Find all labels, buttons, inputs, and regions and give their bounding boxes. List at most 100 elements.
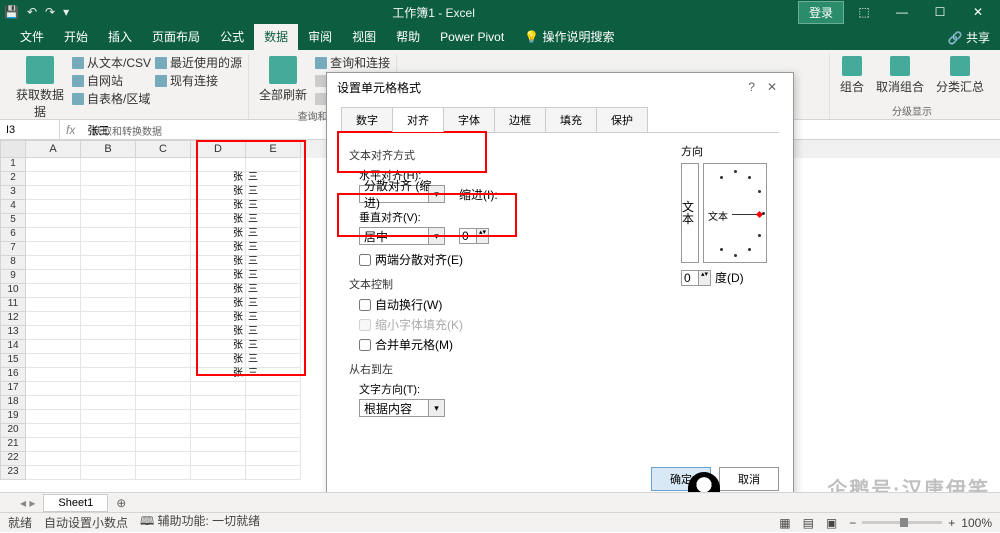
queries-conn[interactable]: 查询和连接 [315, 54, 390, 71]
cell[interactable] [136, 368, 191, 382]
indent-spinner[interactable]: 0▴▾ [459, 228, 489, 244]
cell[interactable] [81, 326, 136, 340]
cell[interactable] [81, 256, 136, 270]
cell[interactable] [26, 270, 81, 284]
zoom-slider[interactable]: −+ 100% [849, 516, 992, 530]
col-header[interactable]: B [81, 140, 136, 158]
row-header[interactable]: 1 [0, 158, 26, 172]
cell[interactable] [246, 158, 301, 172]
cell[interactable] [246, 452, 301, 466]
tab-fill[interactable]: 填充 [545, 107, 597, 132]
cell[interactable] [26, 242, 81, 256]
cell[interactable] [26, 354, 81, 368]
cell[interactable] [191, 424, 246, 438]
merge-cells-checkbox[interactable] [359, 339, 371, 351]
row-header[interactable]: 18 [0, 396, 26, 410]
cell[interactable] [191, 466, 246, 480]
cell[interactable] [136, 466, 191, 480]
row-header[interactable]: 19 [0, 410, 26, 424]
cell[interactable] [81, 270, 136, 284]
cell[interactable]: 三 [246, 284, 301, 298]
cell[interactable] [81, 242, 136, 256]
cell[interactable]: 三 [246, 270, 301, 284]
view-break-icon[interactable]: ▣ [826, 516, 837, 530]
orientation-dial[interactable]: 文本 [703, 163, 767, 263]
cell[interactable]: 张 [191, 256, 246, 270]
view-normal-icon[interactable]: ▦ [779, 516, 790, 530]
tab-view[interactable]: 视图 [342, 24, 386, 50]
tell-me-search[interactable]: 💡 操作说明搜索 [514, 24, 624, 50]
cell[interactable]: 三 [246, 256, 301, 270]
row-header[interactable]: 3 [0, 186, 26, 200]
cell[interactable] [246, 438, 301, 452]
col-header[interactable]: A [26, 140, 81, 158]
maximize-icon[interactable]: ☐ [922, 2, 958, 22]
tab-protection[interactable]: 保护 [596, 107, 648, 132]
cell[interactable] [26, 186, 81, 200]
cell[interactable]: 张 [191, 284, 246, 298]
tab-nav-icon[interactable]: ◂ ▸ [20, 496, 35, 510]
from-text-csv[interactable]: 从文本/CSV [72, 54, 151, 71]
cell[interactable] [191, 382, 246, 396]
cell[interactable] [81, 466, 136, 480]
from-table[interactable]: 自表格/区域 [72, 90, 151, 107]
cell[interactable] [26, 396, 81, 410]
redo-icon[interactable]: ↷ [45, 5, 55, 19]
cell[interactable] [81, 214, 136, 228]
row-header[interactable]: 9 [0, 270, 26, 284]
cell[interactable] [136, 326, 191, 340]
cell[interactable] [26, 326, 81, 340]
cell[interactable]: 三 [246, 200, 301, 214]
refresh-all-button[interactable]: 全部刷新 [255, 54, 311, 105]
cell[interactable] [246, 382, 301, 396]
existing-conn[interactable]: 现有连接 [155, 72, 242, 89]
cell[interactable] [191, 438, 246, 452]
cell[interactable] [246, 424, 301, 438]
zoom-level[interactable]: 100% [961, 516, 992, 530]
col-header[interactable]: C [136, 140, 191, 158]
dialog-close-icon[interactable]: ✕ [761, 80, 783, 94]
cell[interactable]: 三 [246, 172, 301, 186]
cell[interactable] [136, 284, 191, 298]
row-header[interactable]: 10 [0, 284, 26, 298]
cell[interactable] [81, 410, 136, 424]
cell[interactable]: 张 [191, 172, 246, 186]
cell[interactable]: 三 [246, 368, 301, 382]
tab-number[interactable]: 数字 [341, 107, 393, 132]
row-header[interactable]: 4 [0, 200, 26, 214]
v-align-combo[interactable]: 居中▾ [359, 227, 445, 245]
cell[interactable] [81, 368, 136, 382]
row-header[interactable]: 12 [0, 312, 26, 326]
cell[interactable]: 张 [191, 312, 246, 326]
name-box[interactable]: I3 [0, 120, 60, 139]
tab-insert[interactable]: 插入 [98, 24, 142, 50]
row-header[interactable]: 17 [0, 382, 26, 396]
cell[interactable] [26, 298, 81, 312]
cell[interactable] [26, 368, 81, 382]
cell[interactable]: 张 [191, 270, 246, 284]
tab-alignment[interactable]: 对齐 [392, 107, 444, 132]
cell[interactable]: 张 [191, 354, 246, 368]
from-web[interactable]: 自网站 [72, 72, 151, 89]
cell[interactable] [81, 298, 136, 312]
close-icon[interactable]: ✕ [960, 2, 996, 22]
cell[interactable] [81, 382, 136, 396]
col-header[interactable]: E [246, 140, 301, 158]
cell[interactable] [81, 312, 136, 326]
vertical-text-button[interactable]: 文本 [681, 163, 699, 263]
cell[interactable]: 三 [246, 214, 301, 228]
cell[interactable] [26, 214, 81, 228]
cell[interactable] [26, 172, 81, 186]
row-header[interactable]: 22 [0, 452, 26, 466]
cell[interactable]: 三 [246, 186, 301, 200]
cell[interactable] [26, 424, 81, 438]
new-sheet-button[interactable]: ⊕ [108, 494, 134, 512]
tab-review[interactable]: 审阅 [298, 24, 342, 50]
row-header[interactable]: 13 [0, 326, 26, 340]
sheet-tab[interactable]: Sheet1 [43, 494, 108, 512]
cell[interactable] [81, 200, 136, 214]
cell[interactable] [136, 186, 191, 200]
cell[interactable]: 三 [246, 326, 301, 340]
cell[interactable]: 三 [246, 340, 301, 354]
row-header[interactable]: 14 [0, 340, 26, 354]
